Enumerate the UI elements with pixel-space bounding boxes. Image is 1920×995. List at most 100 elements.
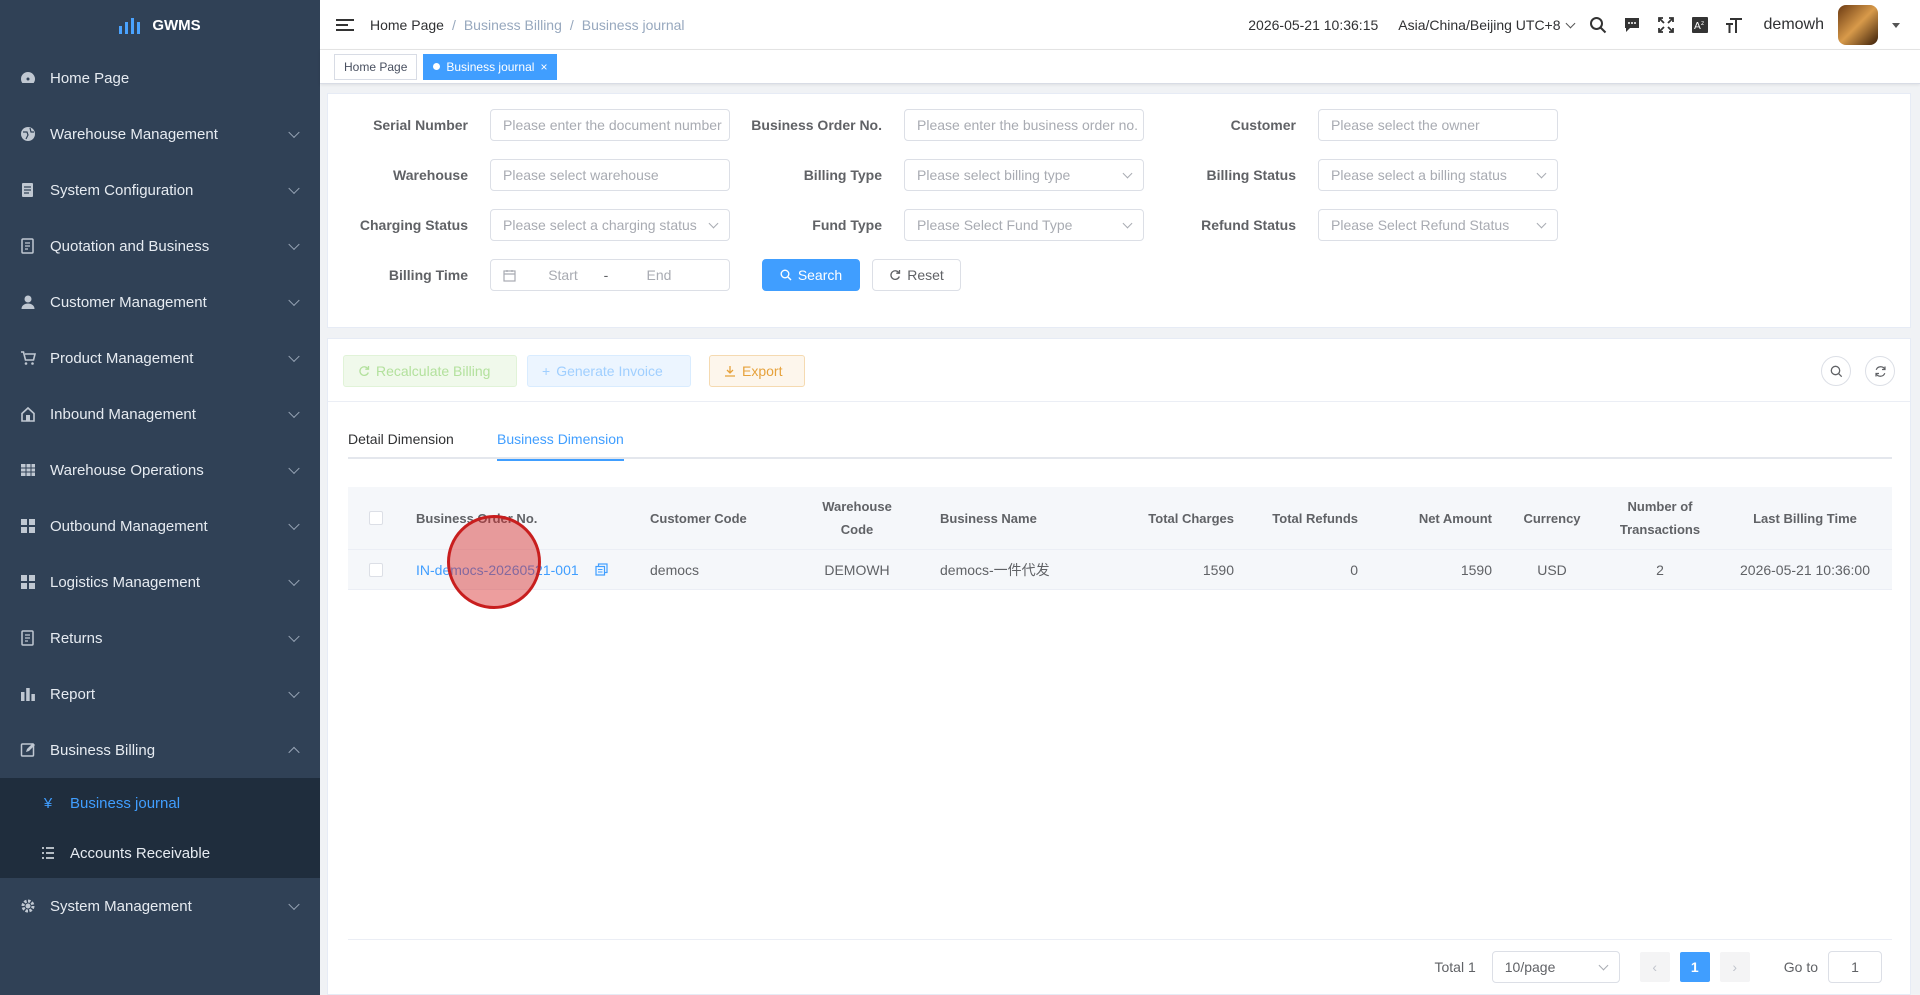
tag-home-page[interactable]: Home Page bbox=[334, 53, 418, 80]
billing-status-select[interactable]: Please select a billing status bbox=[1318, 159, 1558, 191]
refresh-table-button[interactable] bbox=[1865, 356, 1895, 386]
charging-status-select[interactable]: Please select a charging status bbox=[490, 209, 730, 241]
search-icon[interactable] bbox=[1588, 15, 1608, 35]
avatar[interactable] bbox=[1838, 5, 1878, 45]
caret-down-icon[interactable] bbox=[1892, 22, 1900, 28]
sidebar-item-returns[interactable]: Returns bbox=[0, 610, 320, 666]
billing-type-select[interactable]: Please select billing type bbox=[904, 159, 1144, 191]
sidebar-item-label: Warehouse Management bbox=[50, 125, 218, 143]
generate-invoice-button[interactable]: + Generate Invoice bbox=[527, 355, 691, 387]
warehouse-label: Warehouse bbox=[393, 167, 468, 183]
billing-time-separator: - bbox=[603, 267, 609, 283]
sidebar-item-warehouse-management[interactable]: Warehouse Management bbox=[0, 106, 320, 162]
dimension-tabs: Detail Dimension Business Dimension bbox=[348, 419, 1892, 461]
fund-type-select[interactable]: Please Select Fund Type bbox=[904, 209, 1144, 241]
serial-number-label: Serial Number bbox=[373, 117, 468, 133]
copy-icon[interactable] bbox=[595, 563, 608, 576]
logo[interactable]: GWMS bbox=[0, 0, 320, 50]
refresh-icon bbox=[889, 269, 901, 281]
sidebar-item-logistics-management[interactable]: Logistics Management bbox=[0, 554, 320, 610]
font-size-icon[interactable] bbox=[1724, 15, 1744, 35]
business-order-no-input[interactable]: Please enter the business order no. bbox=[904, 109, 1144, 141]
currency-cell: USD bbox=[1537, 561, 1567, 578]
goto-label: Go to bbox=[1783, 959, 1818, 975]
next-page-button[interactable]: › bbox=[1719, 952, 1750, 982]
transactions-cell: 2 bbox=[1656, 561, 1664, 578]
billing-time-start[interactable]: Start bbox=[530, 260, 596, 290]
refund-status-placeholder: Please Select Refund Status bbox=[1331, 217, 1510, 233]
billing-type-label: Billing Type bbox=[803, 167, 882, 183]
username[interactable]: demowh bbox=[1764, 16, 1824, 34]
message-icon[interactable] bbox=[1622, 15, 1642, 35]
translate-icon[interactable]: Az bbox=[1690, 15, 1710, 35]
chevron-down-icon bbox=[288, 350, 300, 363]
sidebar-item-product-management[interactable]: Product Management bbox=[0, 330, 320, 386]
warehouse-code-cell: DEMOWH bbox=[824, 561, 890, 578]
warehouse-select[interactable]: Please select warehouse bbox=[490, 159, 730, 191]
select-all-checkbox[interactable] bbox=[369, 511, 383, 525]
close-icon[interactable]: × bbox=[540, 60, 547, 74]
sidebar-item-business-billing[interactable]: Business Billing bbox=[0, 722, 320, 778]
sidebar-item-system-management[interactable]: System Management bbox=[0, 878, 320, 934]
prev-page-button[interactable]: ‹ bbox=[1639, 952, 1670, 982]
reset-button[interactable]: Reset bbox=[872, 259, 961, 291]
charging-status-label: Charging Status bbox=[359, 217, 468, 233]
sidebar-item-home[interactable]: Home Page bbox=[0, 50, 320, 106]
billing-time-end[interactable]: End bbox=[616, 260, 702, 290]
sidebar-item-label: Report bbox=[50, 685, 96, 703]
sidebar-item-outbound-management[interactable]: Outbound Management bbox=[0, 498, 320, 554]
serial-number-input[interactable]: Please enter the document number bbox=[490, 109, 730, 141]
page-number-current[interactable]: 1 bbox=[1679, 952, 1710, 982]
sidebar-item-report[interactable]: Report bbox=[0, 666, 320, 722]
toggle-search-button[interactable] bbox=[1821, 356, 1851, 386]
tab-business-dimension[interactable]: Business Dimension bbox=[497, 419, 624, 461]
logo-icon bbox=[119, 16, 141, 34]
gear-icon bbox=[20, 898, 36, 914]
sidebar-item-warehouse-operations[interactable]: Warehouse Operations bbox=[0, 442, 320, 498]
refund-status-select[interactable]: Please Select Refund Status bbox=[1318, 209, 1558, 241]
warehouse-placeholder: Please select warehouse bbox=[503, 167, 659, 183]
sidebar-item-label: Returns bbox=[50, 629, 103, 647]
svg-text:A: A bbox=[1694, 21, 1701, 32]
table-header: Business Order No. Customer Code Warehou… bbox=[348, 487, 1892, 550]
sidebar-item-inbound-management[interactable]: Inbound Management bbox=[0, 386, 320, 442]
header-warehouse-code: Warehouse Code bbox=[790, 487, 924, 549]
form-icon bbox=[20, 238, 36, 254]
chevron-down-icon bbox=[288, 294, 300, 307]
total-charges-cell: 1590 bbox=[1202, 561, 1234, 578]
billing-submenu: ¥ Business journal Accounts Receivable bbox=[0, 778, 320, 878]
search-button[interactable]: Search bbox=[762, 259, 860, 291]
recalculate-billing-button[interactable]: Recalculate Billing bbox=[343, 355, 517, 387]
dashboard-icon bbox=[20, 70, 36, 86]
billing-time-range[interactable]: Start - End bbox=[490, 259, 730, 291]
business-name-cell: democs-一件代发 bbox=[940, 561, 1050, 578]
sidebar-item-system-configuration[interactable]: System Configuration bbox=[0, 162, 320, 218]
customer-select[interactable]: Please select the owner bbox=[1318, 109, 1558, 141]
page-size-select[interactable]: 10/page bbox=[1491, 951, 1620, 983]
goto-page-input[interactable]: 1 bbox=[1828, 951, 1882, 983]
breadcrumb-home[interactable]: Home Page bbox=[370, 17, 444, 33]
breadcrumb-separator: / bbox=[451, 16, 456, 33]
export-button[interactable]: Export bbox=[709, 355, 805, 387]
sidebar-item-quotation[interactable]: Quotation and Business bbox=[0, 218, 320, 274]
billing-status-placeholder: Please select a billing status bbox=[1331, 167, 1507, 183]
sidebar-item-label: System Management bbox=[50, 897, 192, 915]
user-icon bbox=[20, 294, 36, 310]
chevron-up-icon bbox=[288, 746, 300, 759]
row-checkbox[interactable] bbox=[369, 562, 383, 577]
hamburger-icon[interactable] bbox=[336, 18, 354, 31]
table-row[interactable]: IN-democs-20260521-001 democs DEMOWH dem… bbox=[348, 550, 1892, 590]
fullscreen-icon[interactable] bbox=[1656, 15, 1676, 35]
timezone-select[interactable]: Asia/China/Beijing UTC+8 bbox=[1398, 17, 1575, 33]
logo-text: GWMS bbox=[152, 16, 201, 34]
sidebar-item-customer-management[interactable]: Customer Management bbox=[0, 274, 320, 330]
sidebar-item-business-journal[interactable]: ¥ Business journal bbox=[0, 778, 320, 828]
sidebar-item-label: Logistics Management bbox=[50, 573, 201, 591]
chevron-down-icon bbox=[288, 898, 300, 911]
chevron-down-icon bbox=[288, 686, 300, 699]
tab-detail-dimension[interactable]: Detail Dimension bbox=[348, 419, 454, 459]
header-total-charges: Total Charges bbox=[1148, 510, 1234, 526]
chevron-down-icon bbox=[288, 238, 300, 251]
sidebar-item-accounts-receivable[interactable]: Accounts Receivable bbox=[0, 828, 320, 878]
tag-business-journal[interactable]: Business journal × bbox=[423, 53, 558, 80]
